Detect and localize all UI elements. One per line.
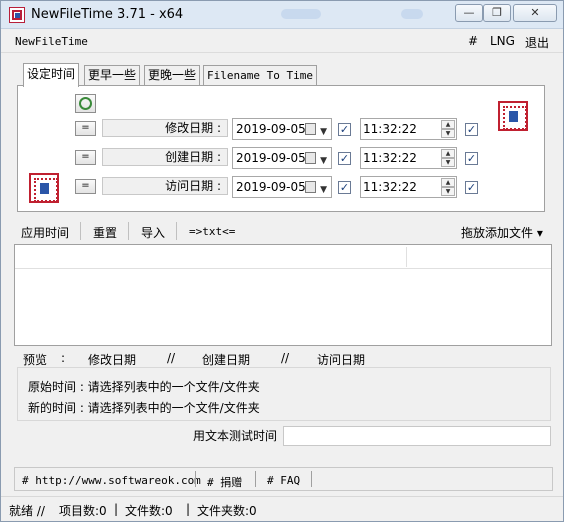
close-icon: ✕ bbox=[530, 6, 540, 19]
app-window: NewFileTime 3.71 - x64 — ❐ ✕ NewFileTime… bbox=[0, 0, 564, 522]
preview-modified[interactable]: 修改日期 bbox=[88, 351, 136, 368]
drag-add-files-dropdown[interactable]: 拖放添加文件 ▾ bbox=[461, 224, 543, 241]
app-logo-icon bbox=[9, 7, 25, 23]
preview-separator: // bbox=[167, 351, 176, 365]
spin-up-icon[interactable]: ▲ bbox=[441, 178, 455, 187]
accessed-date-checkbox[interactable]: ✓ bbox=[338, 181, 351, 194]
footer-divider bbox=[255, 471, 256, 487]
spin-up-icon[interactable]: ▲ bbox=[441, 149, 455, 158]
toolbar-divider bbox=[176, 222, 177, 240]
chevron-down-icon[interactable]: ▼ bbox=[320, 122, 327, 142]
status-ready: 就绪 // bbox=[9, 504, 45, 518]
text-test-label: 用文本测试时间 bbox=[193, 429, 278, 443]
modified-date-value: 2019-09-05 bbox=[236, 122, 306, 136]
title-blur-decoration bbox=[401, 9, 423, 19]
spin-up-icon[interactable]: ▲ bbox=[441, 120, 455, 129]
tab-later[interactable]: 更晚一些 bbox=[144, 65, 201, 86]
toolbar-divider bbox=[80, 222, 81, 240]
status-separator: | bbox=[114, 502, 119, 516]
tab-earlier[interactable]: 更早一些 bbox=[84, 65, 141, 86]
status-file-count: 文件数:0 bbox=[125, 504, 173, 518]
refresh-icon bbox=[79, 97, 92, 110]
close-button[interactable]: ✕ bbox=[513, 4, 557, 22]
refresh-time-button[interactable] bbox=[75, 94, 96, 113]
menu-app-name[interactable]: NewFileTime bbox=[15, 35, 88, 48]
chevron-down-icon[interactable]: ▼ bbox=[320, 180, 327, 200]
modified-date-picker[interactable]: 2019-09-05 ▼ bbox=[232, 118, 332, 140]
calendar-icon[interactable] bbox=[305, 123, 316, 135]
spin-down-icon[interactable]: ▼ bbox=[441, 187, 455, 196]
created-date-label: 创建日期 : bbox=[102, 148, 228, 166]
preview-accessed[interactable]: 访问日期 bbox=[317, 351, 365, 368]
menu-language[interactable]: LNG bbox=[490, 34, 515, 48]
modified-time-value: 11:32:22 bbox=[363, 122, 417, 136]
maximize-icon: ❐ bbox=[492, 6, 502, 19]
minimize-icon: — bbox=[463, 6, 475, 19]
chevron-down-icon[interactable]: ▼ bbox=[320, 151, 327, 171]
tab-filename-to-time[interactable]: Filename To Time bbox=[203, 65, 317, 86]
footer-divider bbox=[195, 471, 196, 487]
footer-links-bar: # http://www.softwareok.com # 捐赠 # FAQ bbox=[14, 467, 553, 491]
apply-time-button[interactable]: 应用时间 bbox=[21, 224, 69, 241]
created-equals-button[interactable]: = bbox=[75, 150, 96, 165]
toolbar-divider bbox=[128, 222, 129, 240]
donate-link[interactable]: # 捐赠 bbox=[207, 474, 242, 490]
footer-divider bbox=[311, 471, 312, 487]
created-time-input[interactable]: 11:32:22 ▲ ▼ bbox=[360, 147, 457, 169]
faq-link[interactable]: # FAQ bbox=[267, 474, 300, 487]
time-info-box: 原始时间 : 请选择列表中的一个文件/文件夹 新的时间 : 请选择列表中的一个文… bbox=[17, 367, 551, 421]
accessed-date-label: 访问日期 : bbox=[102, 177, 228, 195]
calendar-icon[interactable] bbox=[305, 152, 316, 164]
calendar-icon[interactable] bbox=[305, 181, 316, 193]
menu-exit[interactable]: 退出 bbox=[525, 34, 549, 51]
maximize-button[interactable]: ❐ bbox=[483, 4, 511, 22]
minimize-button[interactable]: — bbox=[455, 4, 483, 22]
column-divider[interactable] bbox=[406, 247, 407, 267]
accessed-equals-button[interactable]: = bbox=[75, 179, 96, 194]
reset-button[interactable]: 重置 bbox=[93, 224, 117, 241]
spin-down-icon[interactable]: ▼ bbox=[441, 129, 455, 138]
original-time-text: 原始时间 : 请选择列表中的一个文件/文件夹 bbox=[28, 380, 260, 394]
accessed-time-value: 11:32:22 bbox=[363, 180, 417, 194]
preview-label: 预览 bbox=[23, 353, 48, 367]
file-list[interactable] bbox=[14, 244, 552, 346]
created-date-picker[interactable]: 2019-09-05 ▼ bbox=[232, 147, 332, 169]
status-separator: | bbox=[186, 502, 191, 516]
created-date-value: 2019-09-05 bbox=[236, 151, 306, 165]
export-txt-button[interactable]: =>txt<= bbox=[189, 225, 235, 238]
paste-time-icon[interactable] bbox=[29, 173, 59, 203]
title-blur-decoration bbox=[281, 9, 321, 19]
status-bar: 就绪 // 项目数:0 | 文件数:0 | 文件夹数:0 bbox=[1, 496, 563, 521]
tab-set-time[interactable]: 设定时间 bbox=[23, 63, 80, 87]
modified-date-label: 修改日期 : bbox=[102, 119, 228, 137]
window-title: NewFileTime 3.71 - x64 bbox=[31, 7, 184, 22]
spin-down-icon[interactable]: ▼ bbox=[441, 158, 455, 167]
modified-time-checkbox[interactable]: ✓ bbox=[465, 123, 478, 136]
accessed-time-checkbox[interactable]: ✓ bbox=[465, 181, 478, 194]
copy-time-icon[interactable] bbox=[498, 101, 528, 131]
modified-time-input[interactable]: 11:32:22 ▲ ▼ bbox=[360, 118, 457, 140]
preview-colon: : bbox=[61, 351, 66, 365]
menu-hash[interactable]: # bbox=[468, 34, 478, 48]
title-bar: NewFileTime 3.71 - x64 — ❐ ✕ bbox=[1, 1, 563, 29]
preview-separator: // bbox=[281, 351, 290, 365]
new-time-text: 新的时间 : 请选择列表中的一个文件/文件夹 bbox=[28, 401, 260, 415]
accessed-date-value: 2019-09-05 bbox=[236, 180, 306, 194]
file-list-header[interactable] bbox=[15, 245, 551, 269]
modified-date-checkbox[interactable]: ✓ bbox=[338, 123, 351, 136]
preview-created[interactable]: 创建日期 bbox=[202, 351, 250, 368]
status-item-count: 项目数:0 bbox=[59, 504, 107, 518]
accessed-time-input[interactable]: 11:32:22 ▲ ▼ bbox=[360, 176, 457, 198]
accessed-date-picker[interactable]: 2019-09-05 ▼ bbox=[232, 176, 332, 198]
created-time-checkbox[interactable]: ✓ bbox=[465, 152, 478, 165]
created-time-value: 11:32:22 bbox=[363, 151, 417, 165]
created-date-checkbox[interactable]: ✓ bbox=[338, 152, 351, 165]
import-button[interactable]: 导入 bbox=[141, 224, 165, 241]
status-folder-count: 文件夹数:0 bbox=[197, 504, 257, 518]
menu-bar: NewFileTime # LNG 退出 bbox=[1, 29, 563, 53]
text-test-input[interactable] bbox=[283, 426, 551, 446]
modified-equals-button[interactable]: = bbox=[75, 121, 96, 136]
website-link[interactable]: # http://www.softwareok.com bbox=[22, 474, 201, 487]
